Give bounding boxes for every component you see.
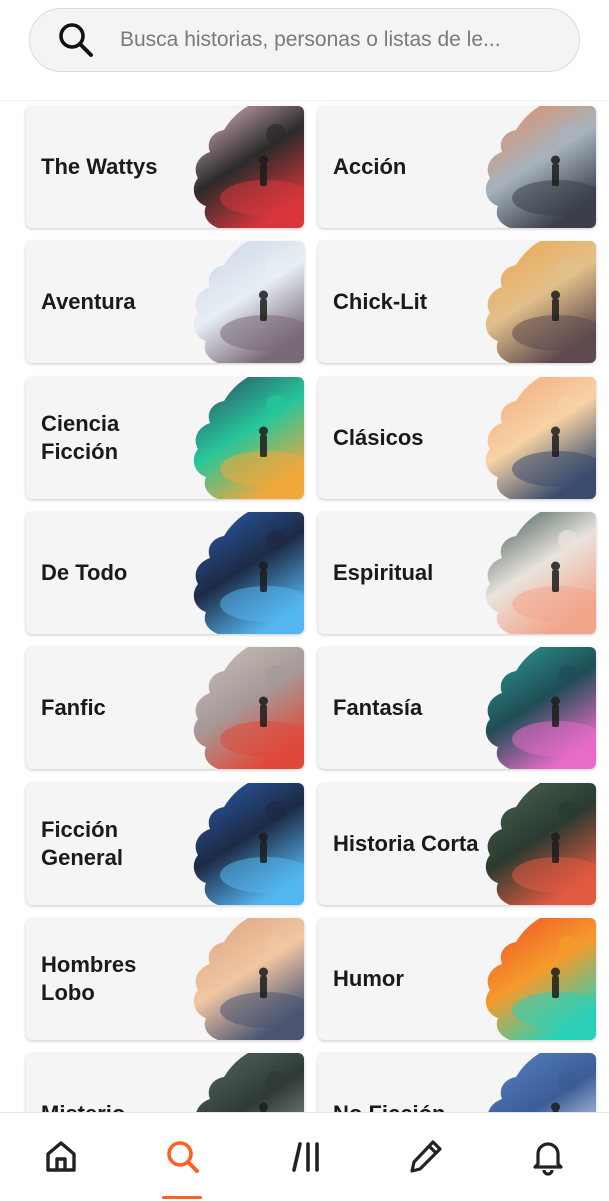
category-card[interactable]: Fantasía [318, 647, 596, 769]
category-artwork [193, 241, 304, 363]
active-tab-indicator [162, 1196, 202, 1199]
nav-notifications[interactable] [520, 1131, 576, 1181]
pencil-icon [410, 1140, 442, 1173]
search-bar[interactable]: Busca historias, personas o listas de le… [29, 8, 580, 72]
library-icon [292, 1142, 319, 1172]
category-label: De Todo [41, 560, 128, 585]
category-card[interactable]: The Wattys [26, 106, 304, 228]
category-card[interactable]: Acción [318, 106, 596, 228]
category-label: Fanfic [41, 695, 106, 720]
category-artwork [485, 512, 596, 634]
category-label: Misterio [41, 1053, 191, 1112]
nav-write[interactable] [398, 1131, 454, 1181]
category-artwork [193, 377, 304, 499]
category-artwork [193, 106, 304, 228]
category-label: Espiritual [333, 560, 434, 585]
category-artwork [193, 647, 304, 769]
category-artwork [193, 512, 304, 634]
category-label: Acción [333, 154, 407, 179]
home-icon [46, 1141, 76, 1172]
category-card[interactable]: Ficción General [26, 783, 304, 905]
category-card[interactable]: De Todo [26, 512, 304, 634]
category-label: Chick-Lit [333, 289, 428, 314]
category-card[interactable]: Chick-Lit [318, 241, 596, 363]
category-card[interactable]: Clásicos [318, 377, 596, 499]
category-artwork [485, 783, 596, 905]
category-artwork [485, 241, 596, 363]
category-artwork [485, 647, 596, 769]
category-label: No Ficción [333, 1053, 483, 1112]
category-card[interactable]: Espiritual [318, 512, 596, 634]
category-card[interactable]: No Ficción [318, 1053, 596, 1112]
category-label: Humor [333, 966, 404, 991]
category-card[interactable]: Aventura [26, 241, 304, 363]
nav-search[interactable] [154, 1131, 210, 1181]
nav-home[interactable] [33, 1131, 89, 1181]
category-label: Aventura [41, 289, 136, 314]
category-card[interactable]: Humor [318, 918, 596, 1040]
header-divider [0, 100, 609, 101]
bottom-navigation [0, 1112, 609, 1201]
category-artwork [485, 106, 596, 228]
category-card[interactable]: Ciencia Ficción [26, 377, 304, 499]
category-artwork [485, 918, 596, 1040]
search-icon [167, 1141, 199, 1173]
category-label: The Wattys [41, 154, 158, 179]
category-card[interactable]: Hombres Lobo [26, 918, 304, 1040]
category-artwork [193, 918, 304, 1040]
category-artwork [193, 783, 304, 905]
category-card[interactable]: Historia Corta [318, 783, 596, 905]
bell-icon [533, 1142, 563, 1176]
category-label: Ciencia Ficción [41, 411, 120, 464]
category-label: Hombres Lobo [41, 952, 137, 1005]
category-label: Fantasía [333, 695, 423, 720]
category-label: Historia Corta [333, 831, 479, 856]
category-card[interactable]: Fanfic [26, 647, 304, 769]
category-grid: The Wattys Acción Aventura Chick-Lit Ciencia… [0, 0, 609, 1112]
category-artwork [485, 1053, 596, 1112]
category-card[interactable]: Misterio [26, 1053, 304, 1112]
search-placeholder: Busca historias, personas o listas de le… [120, 28, 501, 51]
search-icon [56, 20, 96, 60]
category-label: Ficción General [41, 817, 123, 870]
nav-library[interactable] [278, 1131, 334, 1181]
category-artwork [193, 1053, 304, 1112]
category-label: Clásicos [333, 425, 424, 450]
category-artwork [485, 377, 596, 499]
